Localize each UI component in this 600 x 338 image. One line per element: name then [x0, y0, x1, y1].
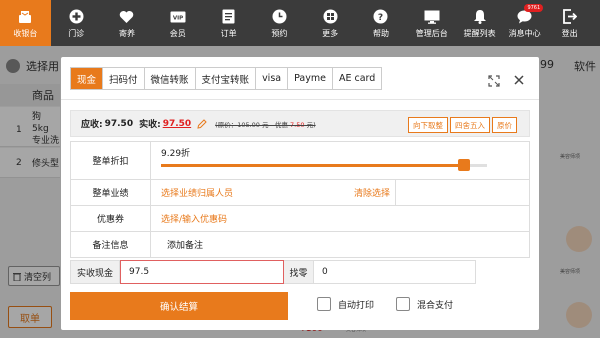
checkout-modal: 现金 扫码付 微信转账 支付宝转账 visa Payme AE card 应收:… — [61, 57, 539, 330]
clinic-plus-icon — [68, 9, 84, 25]
nav-label: 登出 — [561, 28, 578, 38]
nav-label: 会员 — [169, 28, 186, 38]
add-remark-link[interactable]: 添加备注 — [167, 238, 203, 251]
nav-item-help[interactable]: ? 帮助 — [356, 0, 407, 46]
grid-icon — [322, 9, 338, 25]
nav-item-boarding[interactable]: 寄养 — [102, 0, 153, 46]
tab-alipay-transfer[interactable]: 支付宝转账 — [195, 68, 257, 89]
coupon-row: 优惠券 选择/输入优惠码 — [71, 206, 529, 232]
nav-item-reminders[interactable]: 提醒列表 — [457, 0, 502, 46]
change-label: 找零 — [284, 260, 314, 284]
discount-slider-handle[interactable] — [457, 159, 470, 171]
top-nav: 收银台 门诊 寄养 VIP 会员 订单 预约 更多 ? 帮助 管理后台 提醒列表… — [0, 0, 600, 46]
vip-card-icon: VIP — [170, 9, 186, 25]
nav-label: 收银台 — [13, 28, 38, 38]
nav-item-more[interactable]: 更多 — [305, 0, 356, 46]
round-down-button[interactable]: 向下取整 — [408, 117, 448, 133]
discount-slider-cell: 9.29折 — [151, 142, 529, 179]
divider — [395, 180, 396, 205]
due-label: 应收: — [81, 120, 103, 130]
original-price-note: (原价：105.00 元 - 优惠 7.50 元) — [215, 120, 316, 129]
nav-item-logout[interactable]: 登出 — [547, 0, 592, 46]
coupon-input-link[interactable]: 选择/输入优惠码 — [161, 212, 227, 225]
heart-icon — [119, 9, 135, 25]
tab-wechat-transfer[interactable]: 微信转账 — [144, 68, 196, 89]
svg-text:?: ? — [378, 13, 383, 23]
discount-row: 整单折扣 9.29折 — [71, 142, 529, 180]
tab-visa[interactable]: visa — [256, 68, 289, 89]
nav-label: 寄养 — [118, 28, 135, 38]
order-doc-icon — [221, 9, 237, 25]
settlement-form: 整单折扣 9.29折 整单业绩 选择业绩归属人员 清除选择 优惠券 选择/输入优… — [70, 141, 530, 258]
nav-label: 更多 — [322, 28, 339, 38]
nav-label: 消息中心 — [508, 28, 541, 38]
bell-icon — [472, 9, 488, 25]
original-price-button[interactable]: 原价 — [492, 117, 517, 133]
performance-row: 整单业绩 选择业绩归属人员 清除选择 — [71, 180, 529, 206]
remark-row: 备注信息 添加备注 — [71, 232, 529, 258]
nav-label: 帮助 — [372, 28, 389, 38]
logout-icon — [562, 9, 578, 25]
expand-icon[interactable] — [488, 72, 500, 87]
checkbox[interactable] — [317, 297, 331, 311]
nav-label: 预约 — [271, 28, 288, 38]
confirm-settlement-button[interactable]: 确认结算 — [70, 292, 288, 320]
cash-input-row: 实收现金 97.5 找零 0 — [70, 260, 478, 284]
nav-label: 提醒列表 — [463, 28, 496, 38]
discount-slider-fill — [161, 164, 464, 167]
clock-icon — [271, 9, 287, 25]
discount-value: 9.29折 — [161, 149, 191, 159]
svg-text:VIP: VIP — [173, 15, 183, 21]
discount-label: 整单折扣 — [71, 142, 151, 179]
edit-pencil-icon[interactable] — [197, 118, 207, 129]
discount-slider[interactable] — [161, 159, 487, 171]
nav-item-member[interactable]: VIP 会员 — [152, 0, 203, 46]
remark-label: 备注信息 — [71, 232, 151, 257]
actual-label: 实收: — [139, 120, 161, 130]
message-count-badge: 9761 — [524, 4, 544, 12]
monitor-icon — [424, 9, 440, 25]
checkbox[interactable] — [396, 297, 410, 311]
nav-label: 门诊 — [68, 28, 85, 38]
nav-label: 管理后台 — [415, 28, 448, 38]
cash-received-label: 实收现金 — [70, 260, 120, 284]
payment-method-tabs: 现金 扫码付 微信转账 支付宝转账 visa Payme AE card — [70, 67, 383, 90]
cash-received-input[interactable]: 97.5 — [120, 260, 284, 284]
round-half-button[interactable]: 四舍五入 — [450, 117, 490, 133]
help-icon: ? — [373, 9, 389, 25]
nav-item-appointment[interactable]: 预约 — [254, 0, 305, 46]
nav-label: 订单 — [220, 28, 237, 38]
divider — [61, 99, 539, 100]
close-icon[interactable] — [513, 71, 525, 85]
tab-ae-card[interactable]: AE card — [332, 68, 382, 89]
change-input[interactable]: 0 — [314, 260, 476, 284]
actual-value[interactable]: 97.50 — [163, 119, 191, 129]
select-staff-link[interactable]: 选择业绩归属人员 — [161, 186, 354, 199]
tab-cash[interactable]: 现金 — [71, 68, 104, 89]
clear-selection-link[interactable]: 清除选择 — [354, 186, 390, 199]
auto-print-checkbox[interactable]: 自动打印 — [317, 297, 374, 311]
nav-item-orders[interactable]: 订单 — [203, 0, 254, 46]
nav-item-clinic[interactable]: 门诊 — [51, 0, 102, 46]
performance-label: 整单业绩 — [71, 180, 151, 205]
tab-scan-pay[interactable]: 扫码付 — [103, 68, 145, 89]
nav-item-messages[interactable]: 9761 消息中心 — [502, 0, 547, 46]
coupon-label: 优惠券 — [71, 206, 151, 231]
nav-item-admin[interactable]: 管理后台 — [406, 0, 457, 46]
tab-payme[interactable]: Payme — [288, 68, 333, 89]
due-value: 97.50 — [104, 118, 134, 129]
mixed-payment-checkbox[interactable]: 混合支付 — [396, 297, 453, 311]
cashier-icon — [17, 9, 33, 25]
nav-item-cashier[interactable]: 收银台 — [0, 0, 51, 46]
amount-summary: 应收: 97.50 实收: 97.50 (原价：105.00 元 - 优惠 7.… — [70, 110, 530, 137]
rounding-buttons: 向下取整 四舍五入 原价 — [408, 117, 517, 133]
